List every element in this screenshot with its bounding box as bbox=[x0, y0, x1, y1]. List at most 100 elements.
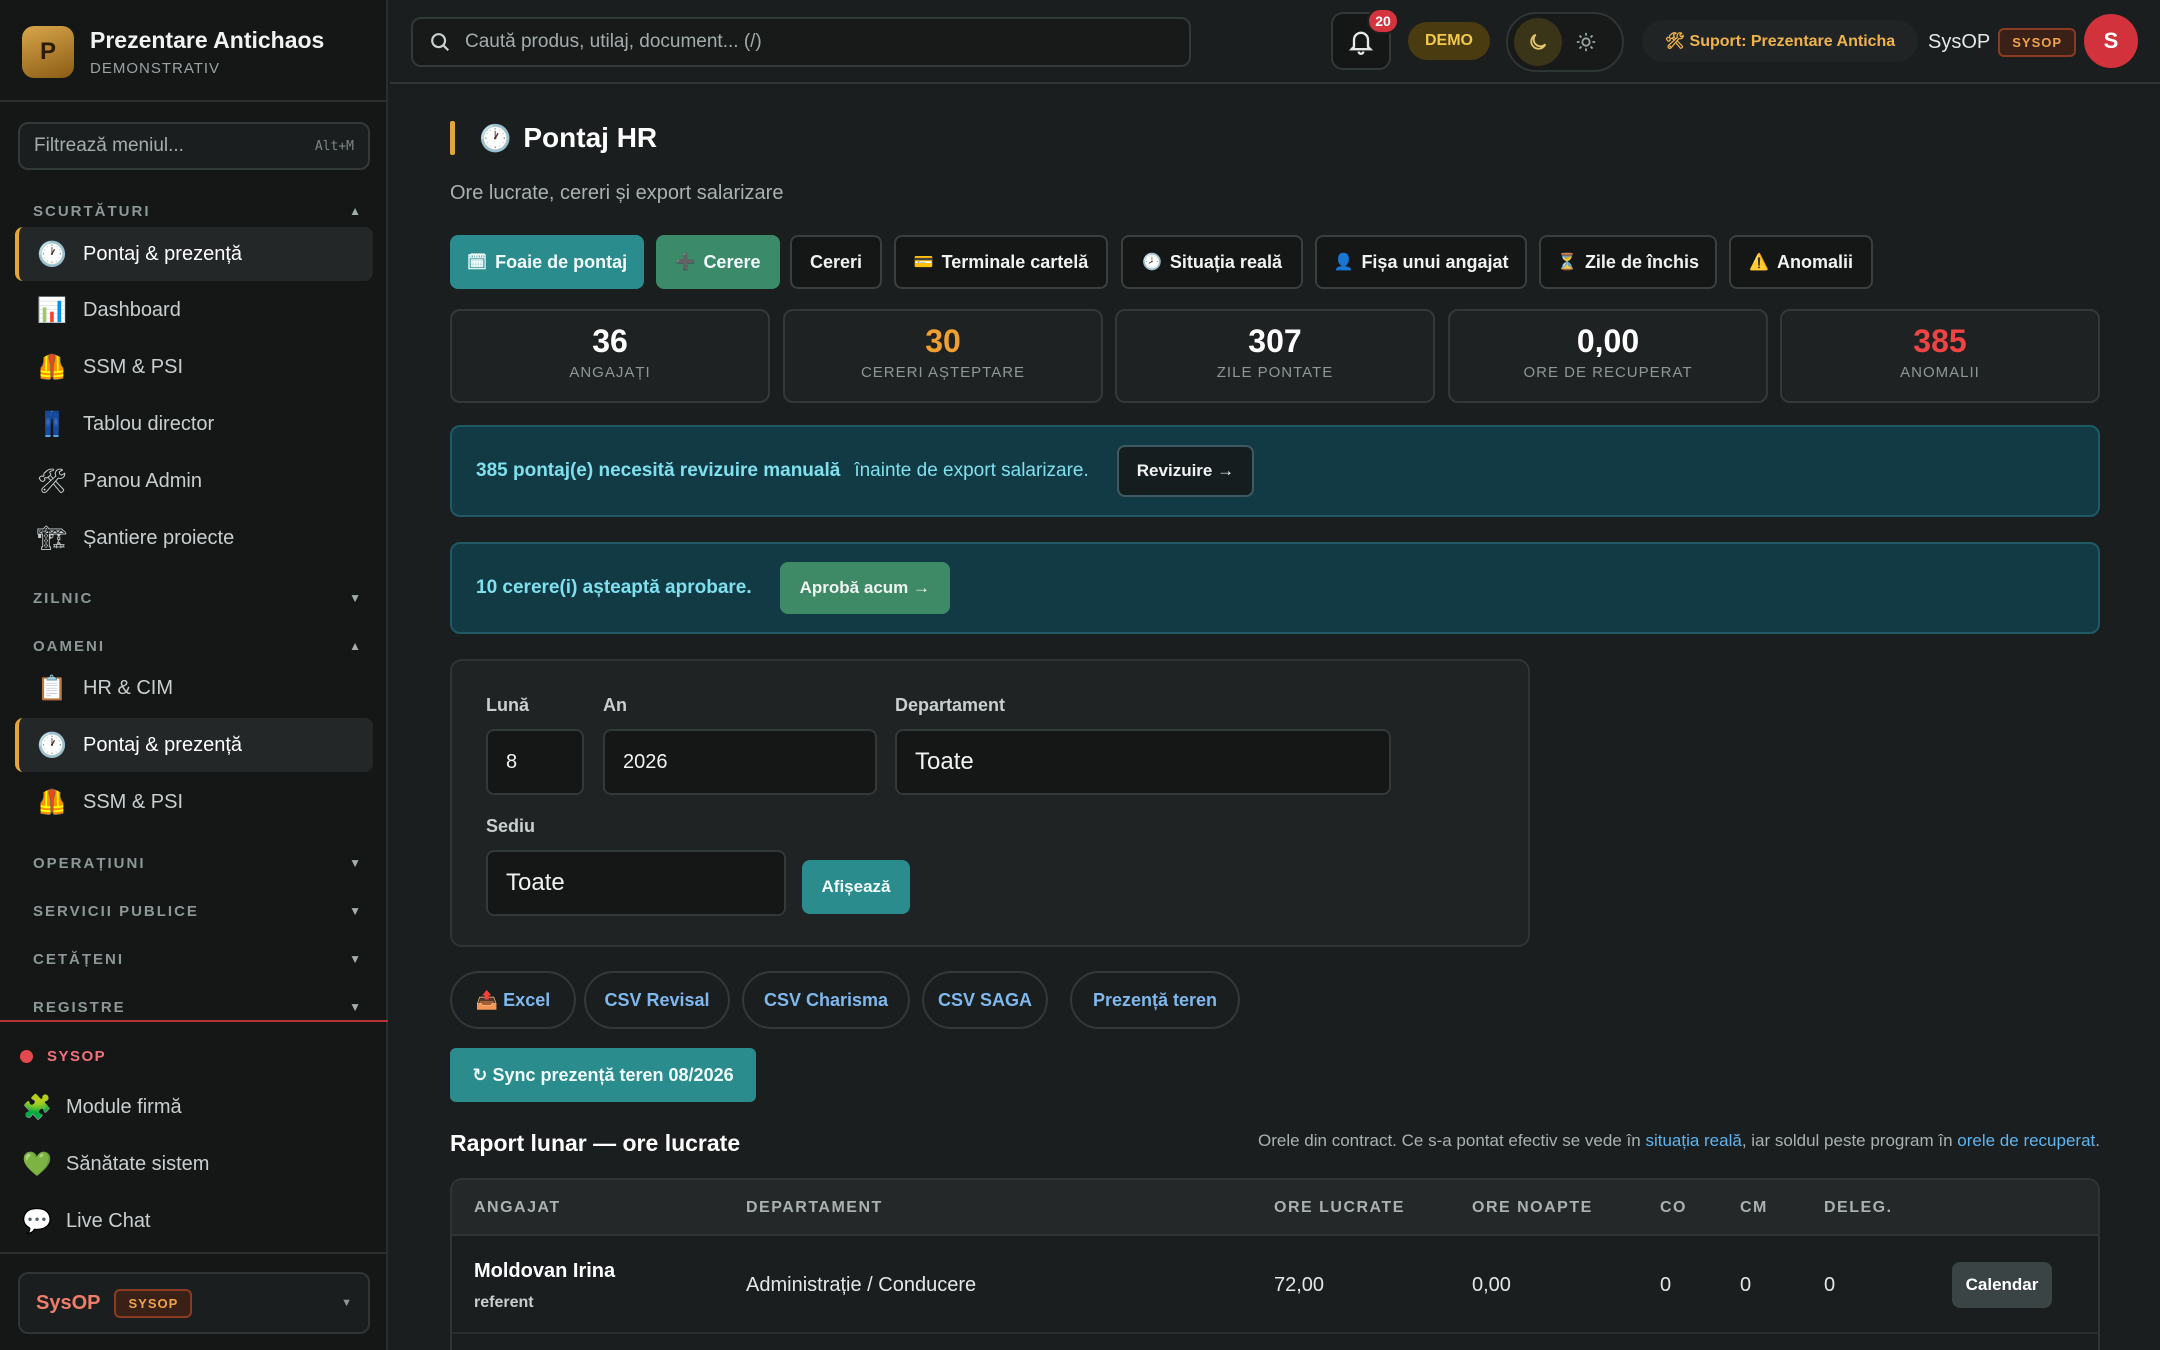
tab-situatia-reala[interactable]: 🕗 Situația reală bbox=[1121, 235, 1303, 289]
table-header: ANGAJAT DEPARTAMENT ORE LUCRATE ORE NOAP… bbox=[452, 1180, 2098, 1236]
sidebar-item-ssm[interactable]: 🦺 SSM & PSI bbox=[15, 775, 373, 829]
column-cm[interactable]: CM bbox=[1740, 1199, 1768, 1217]
tab-cereri[interactable]: Cereri bbox=[790, 235, 882, 289]
tab-label: Cerere bbox=[703, 251, 761, 272]
menu-filter[interactable]: Alt+M bbox=[18, 122, 370, 170]
sidebar-item-pontaj[interactable]: 🕐 Pontaj & prezență bbox=[15, 718, 373, 772]
section-shortcuts[interactable]: SCURTĂTURI ▲ bbox=[33, 196, 363, 226]
sidebar-item-santiere[interactable]: 🏗 Șantiere proiecte bbox=[15, 511, 373, 565]
sidebar-item-module-firma[interactable]: 🧩 Module firmă bbox=[22, 1082, 182, 1132]
site-select[interactable]: Toate bbox=[486, 850, 786, 916]
department-select[interactable]: Toate bbox=[895, 729, 1391, 795]
section-operations[interactable]: OPERAȚIUNI ▼ bbox=[33, 848, 363, 878]
stat-card-days-logged: 307 ZILE PONTATE bbox=[1115, 309, 1435, 403]
brand[interactable]: P Prezentare Antichaos DEMONSTRATIV bbox=[22, 22, 324, 82]
stat-value: 36 bbox=[592, 323, 628, 359]
export-csv-saga-button[interactable]: CSV SAGA bbox=[922, 971, 1048, 1029]
user-name: SysOP bbox=[36, 1291, 101, 1314]
bar-chart-icon: 📊 bbox=[37, 296, 67, 324]
column-employee[interactable]: ANGAJAT bbox=[474, 1199, 561, 1217]
stat-value: 30 bbox=[925, 323, 961, 359]
sidebar-item-hr-cim[interactable]: 📋 HR & CIM bbox=[15, 661, 373, 715]
sidebar-item-label: Dashboard bbox=[83, 298, 181, 321]
review-button[interactable]: Revizuire → bbox=[1116, 445, 1255, 497]
tab-label: Foaie de pontaj bbox=[495, 251, 628, 272]
column-night-hours[interactable]: ORE NOAPTE bbox=[1472, 1199, 1593, 1217]
sidebar-item-label: SSM & PSI bbox=[83, 790, 184, 813]
sidebar-item-live-chat[interactable]: 💬 Live Chat bbox=[22, 1196, 150, 1246]
year-field[interactable]: 2026 bbox=[603, 729, 877, 795]
theme-toggle[interactable] bbox=[1506, 12, 1624, 72]
tab-fisa-angajat[interactable]: 👤 Fișa unui angajat bbox=[1315, 235, 1527, 289]
tab-anomalii[interactable]: ⚠️ Anomalii bbox=[1729, 235, 1873, 289]
export-excel-button[interactable]: 📤 Excel bbox=[450, 971, 576, 1029]
section-daily[interactable]: ZILNIC ▼ bbox=[33, 583, 363, 613]
status-dot-icon bbox=[20, 1050, 33, 1063]
tab-foaie-pontaj[interactable]: 🗓 Foaie de pontaj bbox=[450, 235, 644, 289]
section-people[interactable]: OAMENI ▲ bbox=[33, 631, 363, 661]
export-csv-charisma-button[interactable]: CSV Charisma bbox=[742, 971, 910, 1029]
brand-title: Prezentare Antichaos bbox=[90, 27, 325, 53]
column-co[interactable]: CO bbox=[1660, 1199, 1687, 1217]
night-hours: 0,00 bbox=[1472, 1274, 1511, 1296]
employee-name[interactable]: Moldovan Irina bbox=[474, 1260, 615, 1283]
export-field-presence-button[interactable]: Prezență teren bbox=[1070, 971, 1240, 1029]
topbar-user[interactable]: SysOP SYSOP bbox=[1928, 24, 2077, 60]
user-menu[interactable]: SysOP SYSOP ▼ bbox=[18, 1272, 370, 1334]
employee-department: Administrație / Conducere bbox=[746, 1274, 977, 1296]
role-badge: SYSOP bbox=[114, 1288, 193, 1318]
notifications-count: 20 bbox=[1367, 8, 1399, 34]
real-situation-link[interactable]: situația reală bbox=[1645, 1131, 1741, 1150]
tab-zile-inchis[interactable]: ⏳ Zile de închis bbox=[1539, 235, 1717, 289]
tab-cerere[interactable]: ➕ Cerere bbox=[656, 235, 780, 289]
show-button[interactable]: Afișează bbox=[802, 860, 910, 914]
chat-bubble-icon: 💬 bbox=[22, 1207, 52, 1235]
stat-value: 0,00 bbox=[1576, 323, 1640, 359]
search-input[interactable] bbox=[465, 31, 1173, 53]
sidebar-nav: SCURTĂTURI ▲ 🕐 Pontaj & prezență 📊 Dashb… bbox=[0, 186, 388, 1014]
sync-field-presence-button[interactable]: ↻ Sync prezență teren 08/2026 bbox=[450, 1048, 756, 1102]
clock-icon: 🕐 bbox=[37, 240, 67, 268]
alert-review: 385 pontaj(e) necesită revizuire manuală… bbox=[450, 425, 2100, 517]
column-department[interactable]: DEPARTAMENT bbox=[746, 1199, 883, 1217]
cm-days: 0 bbox=[1740, 1274, 1752, 1296]
section-shortcuts-label: SCURTĂTURI bbox=[33, 202, 151, 220]
support-button[interactable]: 🛠 Suport: Prezentare Anticha bbox=[1642, 20, 1918, 62]
sidebar-item-label: Sănătate sistem bbox=[66, 1152, 210, 1175]
sidebar-item-pontaj-shortcut[interactable]: 🕐 Pontaj & prezență bbox=[15, 227, 373, 281]
notifications-button[interactable]: 20 bbox=[1331, 8, 1399, 70]
title-accent bbox=[450, 121, 455, 155]
tab-terminale-cartela[interactable]: 💳 Terminale cartelă bbox=[894, 235, 1108, 289]
sidebar-item-dashboard[interactable]: 📊 Dashboard bbox=[15, 283, 373, 337]
approve-now-button[interactable]: Aprobă acum → bbox=[779, 562, 950, 614]
section-public-services[interactable]: SERVICII PUBLICE ▼ bbox=[33, 896, 363, 926]
column-hours-worked[interactable]: ORE LUCRATE bbox=[1274, 1199, 1405, 1217]
dark-mode-button[interactable] bbox=[1514, 18, 1562, 66]
stat-value: 307 bbox=[1248, 323, 1302, 359]
sidebar-item-tablou-director[interactable]: 👖 Tablou director bbox=[15, 397, 373, 451]
sun-icon bbox=[1576, 32, 1596, 52]
sidebar-item-ssm-shortcut[interactable]: 🦺 SSM & PSI bbox=[15, 340, 373, 394]
column-delegation[interactable]: DELEG. bbox=[1824, 1199, 1893, 1217]
department-label: Departament bbox=[895, 695, 1006, 715]
section-registers-label: REGISTRE bbox=[33, 998, 126, 1015]
export-csv-revisal-button[interactable]: CSV Revisal bbox=[584, 971, 730, 1029]
sidebar-item-panou-admin[interactable]: 🛠 Panou Admin bbox=[15, 454, 373, 508]
sidebar-item-label: Tablou director bbox=[83, 412, 215, 435]
section-registers[interactable]: REGISTRE ▼ bbox=[33, 992, 363, 1015]
safety-vest-icon: 🦺 bbox=[37, 788, 67, 816]
recovery-hours-link[interactable]: orele de recuperat bbox=[1957, 1131, 2095, 1150]
stat-value: 385 bbox=[1913, 323, 1967, 359]
jeans-icon: 👖 bbox=[37, 410, 67, 438]
sidebar-item-sanatate-sistem[interactable]: 💚 Sănătate sistem bbox=[22, 1139, 209, 1189]
menu-filter-input[interactable] bbox=[34, 135, 315, 157]
light-mode-button[interactable] bbox=[1562, 18, 1610, 66]
month-field[interactable]: 8 bbox=[486, 729, 584, 795]
calendar-button[interactable]: Calendar bbox=[1952, 1262, 2052, 1308]
chevron-down-icon: ▼ bbox=[349, 1000, 363, 1014]
avatar[interactable]: S bbox=[2084, 14, 2138, 68]
section-daily-label: ZILNIC bbox=[33, 589, 94, 607]
global-search[interactable] bbox=[411, 17, 1191, 67]
section-citizens[interactable]: CETĂȚENI ▼ bbox=[33, 944, 363, 974]
sidebar-item-label: Șantiere proiecte bbox=[83, 526, 235, 549]
